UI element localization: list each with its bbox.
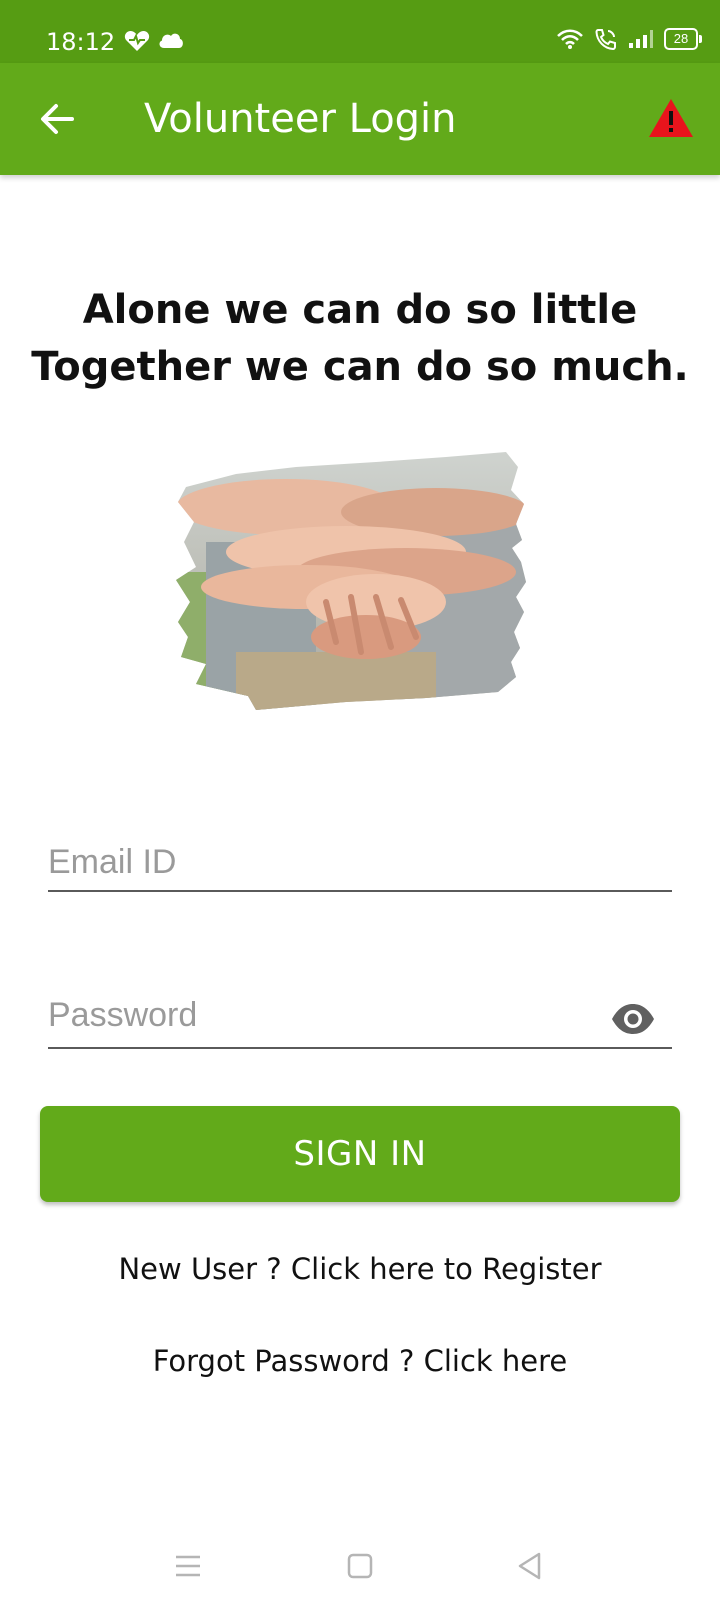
eye-icon[interactable] [610,1003,656,1035]
forgot-password-link[interactable]: Forgot Password ? Click here [0,1344,720,1378]
status-bar: 18:12 28 [0,0,720,63]
app-bar: Volunteer Login [0,63,720,175]
wifi-calling-icon [595,29,616,50]
system-nav-bar [0,1528,720,1600]
home-square-icon[interactable] [342,1548,378,1584]
signal-icon [629,30,653,48]
menu-icon[interactable] [170,1548,206,1584]
status-left-icons [124,30,184,52]
register-link[interactable]: New User ? Click here to Register [0,1252,720,1286]
slogan-line-1: Alone we can do so little [82,287,638,333]
status-time: 18:12 [46,28,116,56]
back-triangle-icon[interactable] [512,1548,548,1584]
slogan-line-2: Together we can do so much. [31,344,689,390]
cloud-icon [159,33,183,48]
email-input[interactable] [48,832,672,892]
password-field[interactable] [48,985,672,1049]
status-right-icons: 28 [556,28,702,50]
arrow-left-icon[interactable] [36,97,80,141]
health-heart-icon [124,31,150,51]
battery-icon: 28 [664,28,702,50]
email-field[interactable] [48,832,672,892]
wifi-icon [557,29,583,49]
sign-in-button[interactable]: SIGN IN [40,1106,680,1202]
warning-triangle-icon[interactable] [648,97,694,139]
slogan: Alone we can do so little Together we ca… [0,282,720,396]
page-title: Volunteer Login [144,96,457,142]
stacked-hands-image [176,452,526,710]
password-input[interactable] [48,985,672,1045]
